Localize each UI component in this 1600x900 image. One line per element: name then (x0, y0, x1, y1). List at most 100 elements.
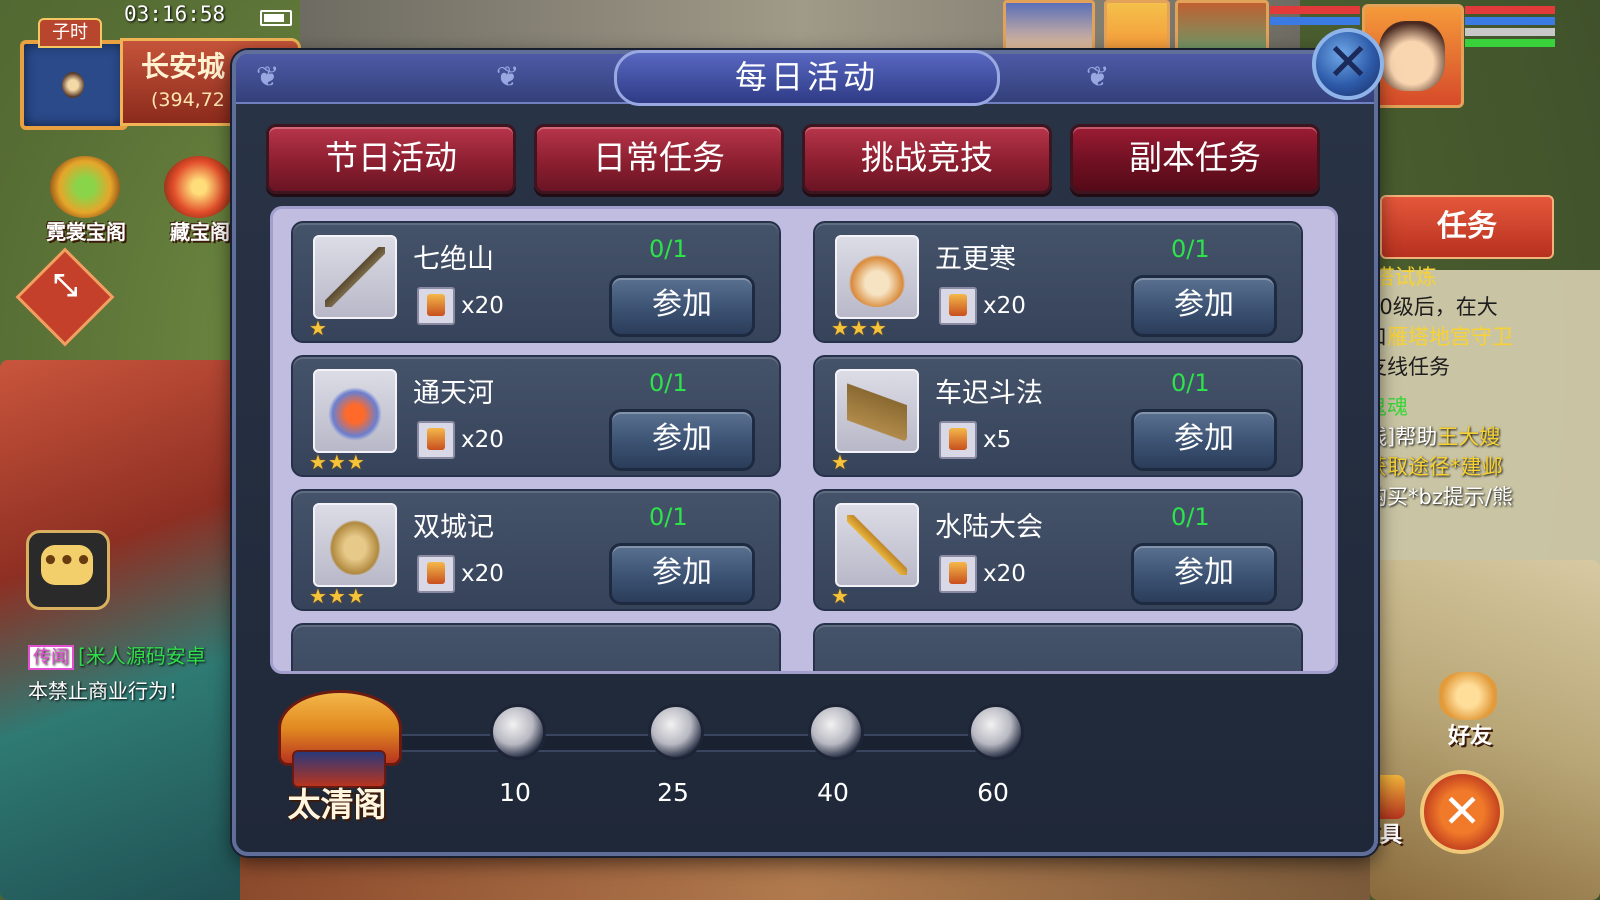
friends-button[interactable]: 好友 (1425, 672, 1515, 752)
team-member-portrait[interactable] (1175, 0, 1269, 54)
nishang-pavilion-button[interactable]: 霓裳宝阁 (36, 150, 136, 250)
activity-list[interactable]: ★ 七绝山 0/1 x20 参加 ★★★ 五更寒 0/1 x20 参加 ★★★ … (270, 206, 1338, 674)
reward-quantity: x20 (461, 561, 504, 587)
background-roof-left (0, 360, 260, 900)
activity-progress: 0/1 (1171, 369, 1210, 397)
reward-quantity: x20 (983, 561, 1026, 587)
player-face (1379, 21, 1445, 91)
rumor-message[interactable]: 传闻 [米人源码安卓 本禁止商业行为！ (28, 640, 248, 704)
milestone-reward-icon[interactable] (648, 704, 704, 760)
scroll-icon (325, 515, 385, 575)
tab-tasks[interactable]: 任务 (1380, 195, 1554, 259)
activity-progress: 0/1 (1171, 503, 1210, 531)
reward-scroll-icon[interactable] (417, 555, 455, 593)
pavilion-label: 太清阁 (287, 785, 387, 824)
activity-tabs: 节日活动 日常任务 挑战竞技 副本任务 (266, 124, 1346, 194)
activity-card-partial (291, 623, 781, 671)
clock: 03:16:58 (124, 2, 226, 26)
handshake-icon (1439, 672, 1497, 720)
treasure-bag-icon (164, 156, 234, 218)
milestone-value: 25 (657, 778, 689, 807)
activity-card: ★★★ 通天河 0/1 x20 参加 (291, 355, 781, 477)
reward-quantity: x20 (461, 427, 504, 453)
difficulty-stars: ★ (831, 450, 850, 474)
quest-npc-link[interactable]: 王大嫂 (1437, 425, 1500, 449)
pet-status-bars (1270, 6, 1360, 28)
player-status-bars (1465, 6, 1555, 50)
activity-item-slot[interactable] (313, 235, 397, 319)
join-button[interactable]: 参加 (609, 409, 755, 471)
join-button[interactable]: 参加 (1131, 543, 1277, 605)
quest-link[interactable]: 获取途径*建邺 (1366, 455, 1503, 479)
milestone-value: 10 (499, 778, 531, 807)
quest-line: 取支线任务 (1345, 355, 1450, 379)
quest-title: -雁塔试炼 (1345, 265, 1437, 289)
activity-progress: 0/1 (649, 235, 688, 263)
join-button[interactable]: 参加 (1131, 409, 1277, 471)
difficulty-stars: ★ (831, 584, 850, 608)
activity-item-slot[interactable] (835, 503, 919, 587)
pet-portrait[interactable] (1104, 0, 1170, 54)
reward-scroll-icon[interactable] (939, 421, 977, 459)
activity-name: 车迟斗法 (935, 378, 1043, 409)
quest-npc-link[interactable]: 雁塔地宫守卫 (1387, 325, 1513, 349)
activity-card: ★★★ 双城记 0/1 x20 参加 (291, 489, 781, 611)
activity-item-slot[interactable] (835, 369, 919, 453)
join-button[interactable]: 参加 (1131, 275, 1277, 337)
ship-icon (847, 247, 907, 307)
dialog-header: ❦ ❦ ❦ 每日活动 (236, 50, 1374, 106)
nishang-pavilion-label: 霓裳宝阁 (46, 220, 126, 244)
quest-title: 的鬼魂 (1345, 392, 1595, 422)
join-button[interactable]: 参加 (609, 543, 755, 605)
ornament-icon: ❦ (256, 60, 280, 93)
tab-daily-tasks[interactable]: 日常任务 (534, 124, 784, 194)
tab-festival-activities[interactable]: 节日活动 (266, 124, 516, 194)
quest-line: 到20级后，在大 (1345, 295, 1498, 319)
milestone-reward-icon[interactable] (808, 704, 864, 760)
sword-icon (325, 247, 385, 307)
quest-line: 个获取途径*建邺 (1345, 452, 1595, 482)
taiqing-pavilion-chest[interactable]: 太清阁 (272, 684, 402, 824)
rumor-source: [米人源码安卓 (78, 644, 206, 668)
brick-icon (847, 381, 907, 441)
dialog-title: 每日活动 (614, 50, 1000, 106)
activity-name: 五更寒 (935, 244, 1016, 275)
milestone-reward-icon[interactable] (490, 704, 546, 760)
reward-scroll-icon[interactable] (939, 287, 977, 325)
battery-icon (260, 10, 292, 26)
activity-item-slot[interactable] (313, 369, 397, 453)
difficulty-stars: ★ (309, 316, 328, 340)
milestone-value: 40 (817, 778, 849, 807)
tab-challenge-competition[interactable]: 挑战竞技 (802, 124, 1052, 194)
activity-item-slot[interactable] (313, 503, 397, 587)
gift-pavilion-icon (50, 156, 120, 218)
dialog-close-button[interactable]: ✕ (1312, 28, 1384, 100)
tab-dungeon-tasks[interactable]: 副本任务 (1070, 124, 1320, 194)
activity-card: ★ 水陆大会 0/1 x20 参加 (813, 489, 1303, 611)
activity-progress: 0/1 (1171, 235, 1210, 263)
chat-button[interactable]: ••• (26, 530, 110, 610)
player-marker (62, 72, 84, 98)
expand-arrows-icon: ⤡ (53, 267, 78, 303)
menu-close-button[interactable]: ✕ (1420, 770, 1504, 854)
expand-button[interactable]: ⤡ (15, 247, 115, 347)
activity-item-slot[interactable] (835, 235, 919, 319)
team-member-portrait[interactable] (1003, 0, 1095, 54)
activity-progress: 0/1 (649, 369, 688, 397)
reward-scroll-icon[interactable] (939, 555, 977, 593)
activity-progress: 0/1 (649, 503, 688, 531)
activity-name: 水陆大会 (935, 512, 1043, 543)
quest-tracker[interactable]: -雁塔试炼 到20级后，在大 入口雁塔地宫守卫 取支线任务 的鬼魂 主线]帮助王… (1345, 262, 1595, 512)
reward-scroll-icon[interactable] (417, 421, 455, 459)
difficulty-stars: ★★★ (309, 450, 366, 474)
ornament-icon: ❦ (1086, 60, 1110, 93)
quest-line: 入口雁塔地宫守卫 (1345, 322, 1595, 352)
join-button[interactable]: 参加 (609, 275, 755, 337)
rumor-tag: 传闻 (28, 645, 74, 670)
reward-quantity: x20 (983, 293, 1026, 319)
reward-quantity: x5 (983, 427, 1012, 453)
minimap[interactable] (20, 40, 128, 130)
quest-line: 店购买*bz提示/熊 (1345, 485, 1513, 509)
reward-scroll-icon[interactable] (417, 287, 455, 325)
milestone-reward-icon[interactable] (968, 704, 1024, 760)
